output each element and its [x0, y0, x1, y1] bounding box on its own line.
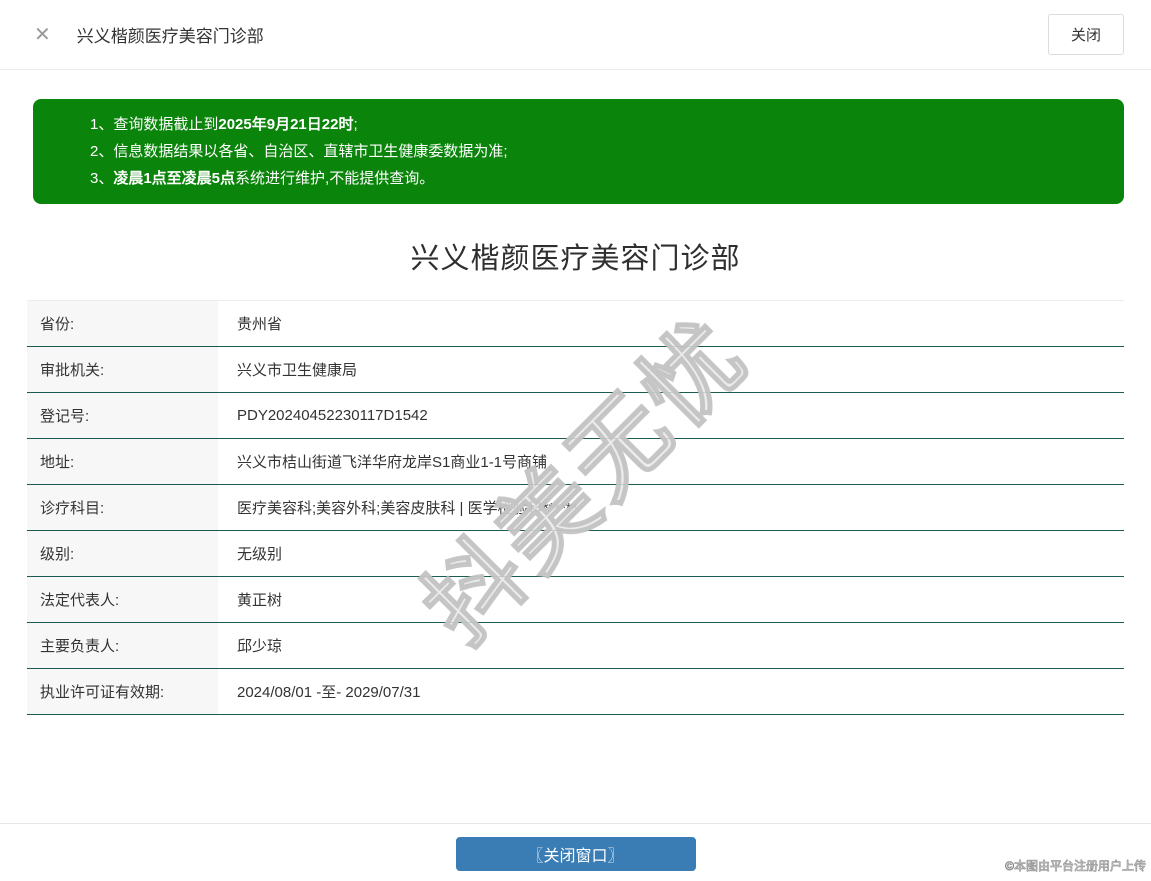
- notice-line-text: 2025年9月21日22时: [218, 116, 354, 133]
- row-label: 审批机关:: [27, 347, 218, 392]
- table-row: 法定代表人: 黄正树: [27, 577, 1124, 623]
- notice-line-number: 2、: [90, 143, 114, 160]
- row-label: 执业许可证有效期:: [27, 669, 218, 714]
- institution-info-table: 省份: 贵州省审批机关: 兴义市卫生健康局登记号: PDY20240452230117…: [27, 300, 1124, 715]
- header-title: 兴义楷颜医疗美容门诊部: [76, 27, 264, 46]
- row-value: PDY20240452230117D1542: [237, 407, 428, 424]
- row-value: 黄正树: [237, 592, 283, 609]
- notice-line-number: 1、: [90, 116, 114, 133]
- table-row: 地址: 兴义市桔山街道飞洋华府龙岸S1商业1-1号商铺: [27, 439, 1124, 485]
- close-button[interactable]: 关闭: [1047, 14, 1124, 55]
- row-value: 贵州省: [237, 316, 283, 333]
- table-row: 审批机关: 兴义市卫生健康局: [27, 347, 1124, 393]
- license-detail-page: ✕ 兴义楷颜医疗美容门诊部 关闭 1、查询数据截止到2025年9月21日22时;…: [0, 0, 1151, 881]
- notice-line-text: 查询数据截止到: [113, 116, 219, 133]
- notice-line-text: ;: [353, 116, 358, 133]
- row-value: 2024/08/01 -至- 2029/07/31: [237, 684, 421, 701]
- row-label: 诊疗科目:: [27, 485, 218, 530]
- row-label: 级别:: [27, 531, 218, 576]
- notice-line: 1、查询数据截止到2025年9月21日22时;: [90, 111, 1104, 138]
- notice-box: 1、查询数据截止到2025年9月21日22时; 2、信息数据结果以各省、自治区、直…: [33, 99, 1124, 204]
- table-row: 主要负责人: 邱少琼: [27, 623, 1124, 669]
- notice-line: 3、凌晨1点至凌晨5点系统进行维护,不能提供查询。: [90, 165, 1104, 192]
- row-value: 兴义市桔山街道飞洋华府龙岸S1商业1-1号商铺: [237, 454, 548, 471]
- row-label: 法定代表人:: [27, 577, 218, 622]
- notice-line-number: 3、: [90, 170, 114, 187]
- row-label: 主要负责人:: [27, 623, 218, 668]
- copyright-watermark: ©本图由平台注册用户上传: [1005, 859, 1146, 874]
- row-value: 兴义市卫生健康局: [237, 362, 358, 379]
- table-row: 执业许可证有效期: 2024/08/01 -至- 2029/07/31: [27, 669, 1124, 715]
- table-row: 级别: 无级别: [27, 531, 1124, 577]
- row-label: 地址:: [27, 439, 218, 484]
- close-window-button[interactable]: 〖关闭窗口〗: [455, 837, 696, 871]
- table-row: 省份: 贵州省: [27, 301, 1124, 347]
- notice-line: 2、信息数据结果以各省、自治区、直辖市卫生健康委数据为准;: [90, 138, 1104, 165]
- row-label: 登记号:: [27, 393, 218, 438]
- notice-line-text: 系统进行维护,不能提供查询。: [235, 170, 435, 187]
- table-row: 诊疗科目: 医疗美容科;美容外科;美容皮肤科 | 医学检验科******: [27, 485, 1124, 531]
- close-x-icon[interactable]: ✕: [34, 25, 51, 45]
- header-bar: ✕ 兴义楷颜医疗美容门诊部 关闭: [0, 0, 1151, 70]
- row-value: 无级别: [237, 546, 283, 563]
- table-row: 登记号: PDY20240452230117D1542: [27, 393, 1124, 439]
- institution-title: 兴义楷颜医疗美容门诊部: [410, 243, 741, 275]
- row-label: 省份:: [27, 301, 218, 346]
- notice-line-text: 凌晨1点至凌晨5点: [113, 170, 236, 187]
- footer-divider: [0, 823, 1151, 824]
- notice-line-text: 信息数据结果以各省、自治区、直辖市卫生健康委数据为准;: [113, 143, 508, 160]
- row-value: 邱少琼: [237, 638, 283, 655]
- row-value: 医疗美容科;美容外科;美容皮肤科 | 医学检验科******: [237, 500, 578, 517]
